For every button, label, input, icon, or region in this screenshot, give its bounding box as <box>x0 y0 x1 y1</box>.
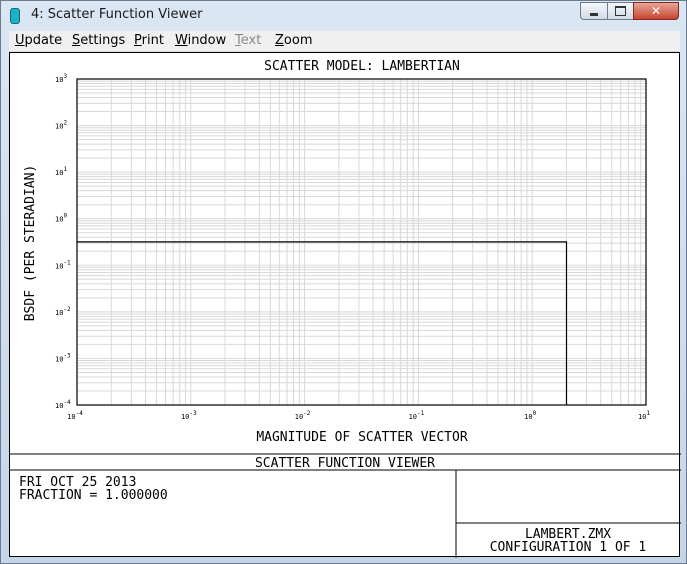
app-icon <box>10 8 20 24</box>
y-axis-label: BSDF (PER STERADIAN) <box>23 165 38 322</box>
y-tick-label: 10-4 <box>55 399 71 410</box>
footer-fraction: FRACTION = 1.000000 <box>19 488 168 503</box>
footer-banner: SCATTER FUNCTION VIEWER <box>255 456 435 471</box>
close-icon: ✕ <box>650 4 662 18</box>
footer-config: CONFIGURATION 1 OF 1 <box>490 540 647 555</box>
menu-update[interactable]: Update <box>15 33 62 48</box>
bsdf-curve <box>77 241 568 405</box>
plot-canvas: 10-4 10-3 10-2 10-1 100 101 10-4 10-3 10-2 10-1 10… <box>9 52 681 558</box>
title-bar[interactable]: 4: Scatter Function Viewer ✕ <box>1 1 686 31</box>
x-tick-label: 10-3 <box>181 410 197 421</box>
x-tick-label: 10-4 <box>67 410 83 421</box>
menu-settings[interactable]: Settings <box>72 33 125 48</box>
y-tick-label: 10-2 <box>55 306 71 317</box>
y-tick-exponent: -3 <box>63 352 71 359</box>
x-tick-exponent: -2 <box>303 410 311 417</box>
x-tick-exponent: -3 <box>189 410 197 417</box>
x-tick-label: 10-1 <box>409 410 425 421</box>
x-tick-label: 100 <box>524 410 536 421</box>
y-tick-exponent: -4 <box>63 399 71 406</box>
x-tick-label: 101 <box>638 410 650 421</box>
x-tick-exponent: -4 <box>76 410 84 417</box>
minimize-button[interactable] <box>580 2 608 20</box>
menu-print[interactable]: Print <box>134 33 164 48</box>
y-tick-label: 103 <box>55 73 67 84</box>
y-tick-exponent: 3 <box>63 73 67 80</box>
menu-zoom[interactable]: Zoom <box>275 33 312 48</box>
close-button[interactable]: ✕ <box>633 2 679 20</box>
menu-bar: Update Settings Print Window Text Zoom <box>9 31 680 52</box>
y-tick-exponent: 1 <box>63 166 67 173</box>
y-tick-label: 100 <box>55 213 67 224</box>
x-tick-exponent: 0 <box>533 410 537 417</box>
menu-text: Text <box>235 33 262 48</box>
plot-title: SCATTER MODEL: LAMBERTIAN <box>264 59 460 74</box>
y-tick-label: 102 <box>55 120 67 131</box>
maximize-icon <box>608 3 633 19</box>
x-tick-exponent: 1 <box>646 410 650 417</box>
minimize-icon <box>581 3 607 19</box>
y-tick-exponent: -2 <box>63 306 71 313</box>
x-tick-label: 10-2 <box>295 410 311 421</box>
y-tick-exponent: 0 <box>63 213 67 220</box>
menu-window[interactable]: Window <box>175 33 226 48</box>
x-tick-exponent: -1 <box>417 410 425 417</box>
maximize-button[interactable] <box>607 2 634 20</box>
scatter-plot: 10-4 10-3 10-2 10-1 100 10110-410-310-210-110… <box>10 59 681 558</box>
window-title: 4: Scatter Function Viewer <box>31 7 203 22</box>
y-tick-label: 10-3 <box>55 352 71 363</box>
y-tick-label: 10-1 <box>55 259 71 270</box>
x-axis-label: MAGNITUDE OF SCATTER VECTOR <box>256 430 467 445</box>
y-tick-exponent: -1 <box>63 259 71 266</box>
app-window: 4: Scatter Function Viewer ✕ Update Sett… <box>0 0 687 564</box>
y-tick-exponent: 2 <box>63 120 67 127</box>
y-tick-label: 101 <box>55 166 67 177</box>
